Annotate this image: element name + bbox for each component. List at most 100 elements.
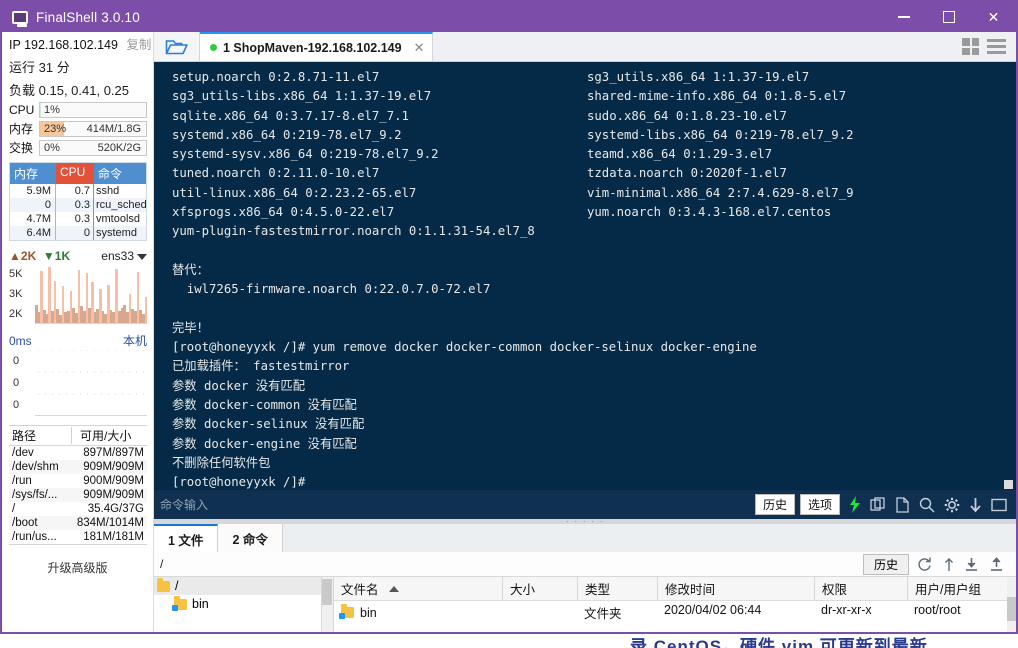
file-header-size[interactable]: 大小 (502, 577, 577, 600)
file-header-permissions[interactable]: 权限 (814, 577, 907, 600)
file-header-name[interactable]: 文件名 (334, 577, 502, 600)
process-cpu: 0 (56, 226, 94, 240)
hamburger-menu-icon[interactable] (987, 39, 1006, 54)
file-header-owner[interactable]: 用户/用户组 (907, 577, 1016, 600)
latency-graph: 0 0 0 (9, 350, 147, 416)
latency-axis-tick-0: 0 (13, 355, 20, 367)
file-list-scrollbar[interactable] (1007, 577, 1016, 632)
terminal-body-lines: 替代： iwl7265-firmware.noarch 0:22.0.7.0-7… (154, 242, 1016, 489)
process-row[interactable]: 6.4M 0 systemd (10, 226, 146, 240)
tree-node[interactable]: / (154, 577, 333, 595)
process-table: 内存 CPU 命令 5.9M 0.7 sshd 0 0.3 rcu_sched 4.7M 0.… (9, 162, 147, 241)
process-header-cpu[interactable]: CPU (56, 163, 94, 184)
disk-row[interactable]: /run 900M/909M (9, 474, 147, 488)
process-header-memory[interactable]: 内存 (10, 163, 56, 184)
file-header-type[interactable]: 类型 (577, 577, 657, 600)
process-command: vmtoolsd (96, 213, 141, 225)
tree-node[interactable]: bin (154, 595, 333, 613)
directory-tree[interactable]: / bin (154, 577, 334, 632)
bottom-tab[interactable]: 1 文件 (154, 524, 219, 552)
tree-scrollbar-thumb[interactable] (322, 579, 332, 605)
gear-icon[interactable] (944, 497, 960, 513)
file-name: bin (360, 605, 377, 620)
terminal-output[interactable]: setup.noarch 0:2.8.71-11.el7 sg3_utils-li… (154, 62, 1016, 489)
network-interface-select[interactable]: ens33 (101, 249, 147, 263)
up-arrow-icon[interactable] (942, 557, 954, 572)
disk-path: /run/us... (12, 531, 57, 543)
file-row[interactable]: bin 文件夹 2020/04/02 06:44 dr-xr-xr-x root/roo… (334, 601, 1016, 624)
ip-label: IP (9, 38, 21, 52)
upload-file-icon[interactable] (989, 556, 1004, 572)
file-list-scrollbar-thumb[interactable] (1007, 597, 1016, 621)
bottom-tab[interactable]: 2 命令 (218, 524, 283, 552)
meter-percent: 23% (44, 122, 67, 135)
disk-path: /run (12, 475, 32, 487)
window-icon[interactable] (991, 498, 1007, 512)
terminal-line: 已加载插件： fastestmirror (172, 359, 350, 374)
grid-view-icon[interactable] (962, 38, 979, 55)
disk-row[interactable]: /sys/fs/... 909M/909M (9, 488, 147, 502)
disk-size: 897M/897M (83, 447, 144, 459)
terminal-scrollbar[interactable] (1004, 68, 1013, 489)
terminal-line: 完毕！ (172, 320, 209, 335)
path-bar: 历史 (154, 552, 1016, 577)
network-bars (35, 264, 147, 323)
file-owner: root/root (914, 603, 961, 617)
download-icon[interactable] (969, 497, 982, 513)
disk-row[interactable]: /boot 834M/1014M (9, 516, 147, 530)
disk-header-path: 路径 (12, 429, 37, 443)
maximize-button[interactable] (926, 2, 971, 32)
lightning-icon[interactable] (849, 496, 861, 513)
terminal-line: 不删除任何软件包 (172, 455, 271, 470)
file-header-time[interactable]: 修改时间 (657, 577, 814, 600)
latency-host-select[interactable]: 本机 (123, 332, 147, 349)
command-options-button[interactable]: 选项 (799, 494, 840, 515)
terminal-line: [root@honeyyxk /]# (172, 475, 306, 489)
panel-resize-handle[interactable]: · · · · · (154, 517, 1016, 526)
disk-size: 909M/909M (83, 461, 144, 473)
paste-icon[interactable] (870, 496, 886, 513)
process-row[interactable]: 0 0.3 rcu_sched (10, 198, 146, 212)
chevron-down-icon (137, 253, 147, 260)
process-row[interactable]: 4.7M 0.3 vmtoolsd (10, 212, 146, 226)
latency-axis-tick-1: 0 (13, 377, 20, 389)
copy-ip-button[interactable]: 复制 (126, 38, 151, 52)
process-row[interactable]: 5.9M 0.7 sshd (10, 184, 146, 198)
download-file-icon[interactable] (964, 557, 979, 572)
disk-row[interactable]: / 35.4G/37G (9, 502, 147, 516)
window-body: IP 192.168.102.149 复制 运行 31 分 负载 0.15, 0… (2, 32, 1016, 632)
window-title: FinalShell 3.0.10 (36, 9, 140, 25)
copy-icon[interactable] (895, 496, 910, 513)
path-input[interactable] (154, 557, 863, 571)
disk-path: /sys/fs/... (12, 489, 58, 501)
close-tab-icon[interactable]: ✕ (414, 40, 425, 56)
close-button[interactable]: ✕ (971, 2, 1016, 32)
window-controls: ✕ (881, 2, 1016, 32)
network-interface-label: ens33 (101, 249, 134, 263)
minimize-button[interactable] (881, 2, 926, 32)
command-history-button[interactable]: 历史 (754, 494, 795, 515)
upgrade-link[interactable]: 升级高级版 (2, 545, 153, 582)
network-axis-tick-0: 5K (9, 268, 23, 280)
refresh-icon[interactable] (916, 557, 932, 572)
path-history-button[interactable]: 历史 (862, 553, 909, 575)
disk-row[interactable]: /run/us... 181M/181M (9, 530, 147, 544)
session-tab[interactable]: 1 ShopMaven-192.168.102.149 ✕ (200, 32, 434, 61)
command-input[interactable] (154, 497, 755, 512)
meter-row-CPU: CPU 1% (2, 101, 153, 119)
disk-row[interactable]: /dev 897M/897M (9, 446, 147, 460)
terminal-scrollbar-thumb[interactable] (1004, 480, 1013, 489)
process-header-command[interactable]: 命令 (94, 163, 146, 184)
meter-percent: 0% (44, 141, 60, 154)
meter-bar: 23% 414M/1.8G (39, 120, 147, 137)
search-icon[interactable] (919, 497, 935, 513)
meter-detail: 520K/2G (97, 141, 141, 154)
open-folder-button[interactable] (154, 32, 200, 61)
process-memory: 6.4M (10, 226, 56, 240)
process-cpu: 0.3 (56, 198, 94, 212)
ip-value: 192.168.102.149 (24, 38, 118, 52)
tree-scrollbar[interactable] (321, 577, 333, 632)
disk-row[interactable]: /dev/shm 909M/909M (9, 460, 147, 474)
